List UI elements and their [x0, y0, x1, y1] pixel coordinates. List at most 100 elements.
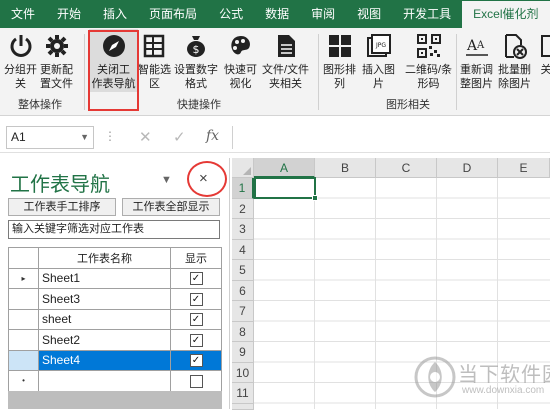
row-indicator: ▸ [8, 267, 39, 289]
tab-developer[interactable]: 开发工具 [392, 0, 462, 28]
row-indicator [8, 349, 39, 371]
group-separator [318, 34, 319, 110]
visible-checkbox[interactable]: ✓ [189, 292, 203, 306]
sheet-name-cell[interactable]: Sheet3 [38, 288, 171, 310]
visible-checkbox[interactable]: ✓ [189, 333, 203, 347]
table-row[interactable]: ▸ Sheet1 ✓ [8, 267, 222, 289]
row-indicator: • [8, 370, 39, 392]
formula-input[interactable] [232, 126, 550, 149]
delete-picture-icon [500, 31, 530, 61]
table-select-icon [140, 31, 170, 61]
row-header[interactable]: 7 [232, 301, 254, 322]
tab-formulas[interactable]: 公式 [208, 0, 254, 28]
tab-insert[interactable]: 插入 [92, 0, 138, 28]
highlight-annotation-box [88, 30, 139, 111]
pane-toggle-button[interactable]: 关 [540, 31, 550, 77]
formula-bar-grip: ⋮ [104, 129, 116, 143]
sheet-name-cell[interactable] [38, 370, 171, 392]
picture-icon: JPG [364, 31, 394, 61]
table-row[interactable]: Sheet3 ✓ [8, 288, 222, 310]
tab-view[interactable]: 视图 [346, 0, 392, 28]
sheet-name-cell[interactable]: sheet [38, 308, 171, 330]
cancel-icon[interactable]: ✕ [139, 128, 152, 146]
select-all-triangle [243, 167, 251, 175]
palette-icon [226, 31, 256, 61]
name-box[interactable]: A1 ▼ [6, 126, 94, 149]
file-folder-button[interactable]: 文件/文件 夹相关 [262, 31, 309, 91]
show-all-button[interactable]: 工作表全部显示 [122, 198, 220, 216]
group-label-overall: 整体操作 [18, 99, 62, 111]
watermark-url: www.downxia.com [462, 385, 545, 396]
column-header-c[interactable]: C [376, 158, 437, 178]
watermark-text: 当下软件园 [458, 364, 550, 386]
column-header-e[interactable]: E [498, 158, 550, 178]
row-header[interactable]: 6 [232, 280, 254, 301]
chevron-down-icon[interactable]: ▼ [80, 127, 89, 148]
tab-review[interactable]: 审阅 [300, 0, 346, 28]
power-icon [6, 31, 36, 61]
row-indicator [8, 329, 39, 351]
shape-arrange-button[interactable]: 图形排 列 [323, 31, 356, 91]
ribbon: 分组开 关 更新配 置文件 关闭工 作表导航 智能选 区 $ 设置数字 格式 快… [0, 28, 550, 116]
group-toggle-button[interactable]: 分组开 关 [4, 31, 37, 91]
smart-select-button[interactable]: 智能选 区 [138, 31, 171, 91]
fill-handle[interactable] [312, 195, 318, 201]
visible-checkbox[interactable] [189, 374, 203, 388]
row-header[interactable]: 9 [232, 342, 254, 363]
ribbon-tab-bar: 文件 开始 插入 页面布局 公式 数据 审阅 视图 开发工具 Excel催化剂 [0, 0, 550, 28]
row-header[interactable]: 8 [232, 321, 254, 342]
chevron-down-icon[interactable]: ▼ [161, 174, 172, 186]
tab-file[interactable]: 文件 [0, 0, 46, 28]
table-row[interactable]: Sheet4 ✓ [8, 349, 222, 371]
row-header[interactable]: 2 [232, 198, 254, 219]
active-cell[interactable] [254, 177, 318, 201]
watermark-logo-icon [414, 356, 456, 398]
table-row[interactable]: Sheet2 ✓ [8, 329, 222, 351]
qr-barcode-label: 二维码/条 形码 [405, 64, 453, 90]
sheet-filter-input[interactable]: 输入关键字筛选对应工作表 [8, 220, 220, 239]
formula-bar: A1 ▼ ⋮ ✕ ✓ fx [0, 123, 550, 153]
table-row[interactable]: sheet ✓ [8, 308, 222, 330]
select-all-corner[interactable] [232, 158, 254, 178]
batch-delete-picture-button[interactable]: 批量删 除图片 [498, 31, 531, 91]
money-bag-icon: $ [181, 31, 211, 61]
column-header-visible[interactable]: 显示 [170, 247, 222, 269]
row-header[interactable]: 1 [232, 178, 254, 199]
column-header-d[interactable]: D [437, 158, 498, 178]
qr-barcode-button[interactable]: 二维码/条 形码 [405, 31, 452, 91]
tab-data[interactable]: 数据 [254, 0, 300, 28]
visible-checkbox[interactable]: ✓ [189, 272, 203, 286]
row-header[interactable]: 10 [232, 362, 254, 383]
visible-checkbox[interactable]: ✓ [189, 354, 203, 368]
name-box-value: A1 [11, 130, 26, 144]
enter-icon[interactable]: ✓ [173, 128, 186, 146]
sheet-name-cell[interactable]: Sheet4 [38, 349, 171, 371]
number-format-button[interactable]: $ 设置数字 格式 [174, 31, 218, 91]
pane-icon [540, 31, 550, 61]
table-header-row: 工作表名称 显示 [8, 247, 222, 269]
insert-picture-button[interactable]: JPG 插入图 片 [362, 31, 395, 91]
tab-home[interactable]: 开始 [46, 0, 92, 28]
tab-excel-catalyst[interactable]: Excel催化剂 [462, 1, 550, 28]
tab-page-layout[interactable]: 页面布局 [138, 0, 208, 28]
row-header[interactable]: 3 [232, 219, 254, 240]
column-header-b[interactable]: B [315, 158, 376, 178]
visible-checkbox[interactable]: ✓ [189, 313, 203, 327]
row-header[interactable]: 4 [232, 239, 254, 260]
svg-text:$: $ [193, 43, 200, 56]
resize-picture-button[interactable]: AA 重新调 整图片 [460, 31, 493, 91]
update-config-button[interactable]: 更新配 置文件 [40, 31, 73, 91]
column-header-a[interactable]: A [254, 158, 315, 178]
table-new-row[interactable]: • [8, 370, 222, 392]
sheet-name-cell[interactable]: Sheet2 [38, 329, 171, 351]
insert-function-icon[interactable]: fx [206, 128, 219, 144]
row-header-corner [8, 247, 39, 269]
column-header-name[interactable]: 工作表名称 [38, 247, 171, 269]
quick-visualize-button[interactable]: 快速可 视化 [224, 31, 257, 91]
row-header[interactable]: 5 [232, 260, 254, 281]
pane-title: 工作表导航 [10, 174, 110, 196]
group-label-graphics: 图形相关 [386, 99, 430, 111]
row-header[interactable]: 11 [232, 383, 254, 404]
sheet-name-cell[interactable]: Sheet1 [38, 267, 171, 289]
manual-sort-button[interactable]: 工作表手工排序 [8, 198, 116, 216]
